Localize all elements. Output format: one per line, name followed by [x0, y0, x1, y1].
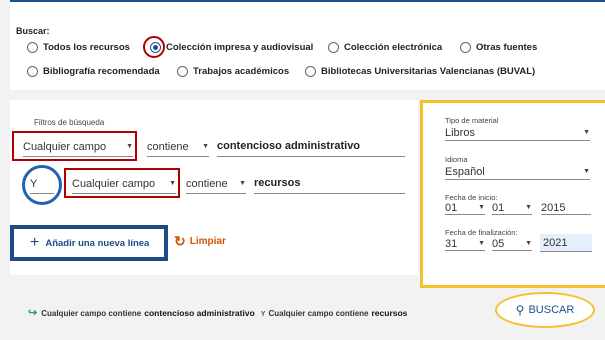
- radio-label: Trabajos académicos: [193, 66, 290, 77]
- radio-label: Colección impresa y audiovisual: [166, 42, 314, 53]
- search-term-input-row2[interactable]: recursos: [254, 174, 405, 194]
- start-day-value: 01: [445, 201, 458, 214]
- start-day-select[interactable]: 01 ▼: [445, 201, 485, 215]
- radio-electronic-collection[interactable]: Colección electrónica: [328, 42, 442, 53]
- plus-icon: +: [30, 234, 40, 251]
- summary-part2: Cualquier campo contiene: [268, 309, 369, 318]
- material-type-label: Tipo de material: [445, 116, 499, 125]
- add-line-label: Añadir una nueva línea: [45, 237, 150, 249]
- language-label: Idioma: [445, 155, 468, 164]
- condition-select-row2[interactable]: contiene ▼: [186, 174, 246, 194]
- condition-select-value: contiene: [186, 177, 228, 190]
- dropdown-arrow-icon: ▼: [525, 240, 532, 247]
- start-year-input[interactable]: 2015: [541, 201, 591, 215]
- summary-conjunction: Y: [260, 311, 266, 318]
- radio-circle-icon: [328, 42, 339, 53]
- dropdown-arrow-icon: ▼: [239, 180, 246, 187]
- radio-academic-works[interactable]: Trabajos académicos: [177, 66, 289, 77]
- radio-circle-icon: [27, 42, 38, 53]
- search-button-label: BUSCAR: [528, 304, 575, 316]
- highlight-box-red: [12, 131, 137, 161]
- clear-button[interactable]: ↻ Limpiar: [174, 233, 226, 250]
- dropdown-arrow-icon: ▼: [583, 168, 590, 175]
- summary-term2: recursos: [371, 308, 408, 318]
- radio-label: Todos los recursos: [43, 42, 130, 53]
- material-type-value: Libros: [445, 126, 475, 139]
- radio-all-resources[interactable]: Todos los recursos: [27, 42, 130, 53]
- end-day-value: 31: [445, 237, 458, 250]
- radio-circle-icon: [27, 66, 38, 77]
- material-type-select[interactable]: Libros ▼: [445, 125, 590, 141]
- refresh-icon: ↻: [174, 233, 186, 249]
- highlight-box-red: [64, 168, 180, 198]
- end-year-input[interactable]: 2021: [540, 234, 592, 252]
- dropdown-arrow-icon: ▼: [478, 240, 485, 247]
- end-day-select[interactable]: 31 ▼: [445, 237, 485, 251]
- add-line-button[interactable]: + Añadir una nueva línea: [30, 235, 149, 251]
- end-date-label: Fecha de finalización:: [445, 228, 518, 237]
- search-scope-label: Buscar:: [16, 26, 50, 36]
- radio-recommended-bibliography[interactable]: Bibliografía recomendada: [27, 66, 160, 77]
- summary-part1: Cualquier campo contiene: [41, 309, 142, 318]
- search-icon: ⚲: [515, 303, 525, 317]
- end-year-value: 2021: [543, 236, 568, 249]
- return-arrow-icon: ↪: [28, 307, 38, 319]
- radio-other-sources[interactable]: Otras fuentes: [460, 42, 537, 53]
- dropdown-arrow-icon: ▼: [525, 204, 532, 211]
- search-term-input-row1[interactable]: contencioso administrativo: [217, 137, 405, 157]
- radio-circle-icon: [305, 66, 316, 77]
- language-select[interactable]: Español ▼: [445, 164, 590, 180]
- end-month-select[interactable]: 05 ▼: [492, 237, 532, 251]
- clear-label: Limpiar: [189, 236, 226, 247]
- condition-select-row1[interactable]: contiene ▼: [147, 137, 209, 157]
- start-month-value: 01: [492, 201, 505, 214]
- filters-title: Filtros de búsqueda: [34, 118, 105, 127]
- radio-label: Bibliografía recomendada: [43, 66, 160, 77]
- condition-select-value: contiene: [147, 140, 189, 153]
- highlight-circle-blue: [22, 165, 62, 205]
- radio-circle-icon: [177, 66, 188, 77]
- radio-buval[interactable]: Bibliotecas Universitarias Valencianas (…: [305, 66, 535, 77]
- radio-label: Colección electrónica: [344, 42, 443, 53]
- dropdown-arrow-icon: ▼: [583, 129, 590, 136]
- start-month-select[interactable]: 01 ▼: [492, 201, 532, 215]
- query-summary: ↪ Cualquier campo contiene contencioso a…: [28, 306, 410, 319]
- dropdown-arrow-icon: ▼: [478, 204, 485, 211]
- summary-term1: contencioso administrativo: [144, 308, 255, 318]
- start-year-value: 2015: [541, 201, 566, 214]
- highlight-circle-red: [143, 36, 165, 58]
- radio-circle-icon: [460, 42, 471, 53]
- dropdown-arrow-icon: ▼: [202, 143, 209, 150]
- language-value: Español: [445, 165, 485, 178]
- radio-printed-collection[interactable]: Colección impresa y audiovisual: [150, 42, 313, 53]
- end-month-value: 05: [492, 237, 505, 250]
- radio-label: Otras fuentes: [476, 42, 538, 53]
- radio-label: Bibliotecas Universitarias Valencianas (…: [321, 66, 536, 77]
- search-button[interactable]: ⚲ BUSCAR: [495, 292, 595, 328]
